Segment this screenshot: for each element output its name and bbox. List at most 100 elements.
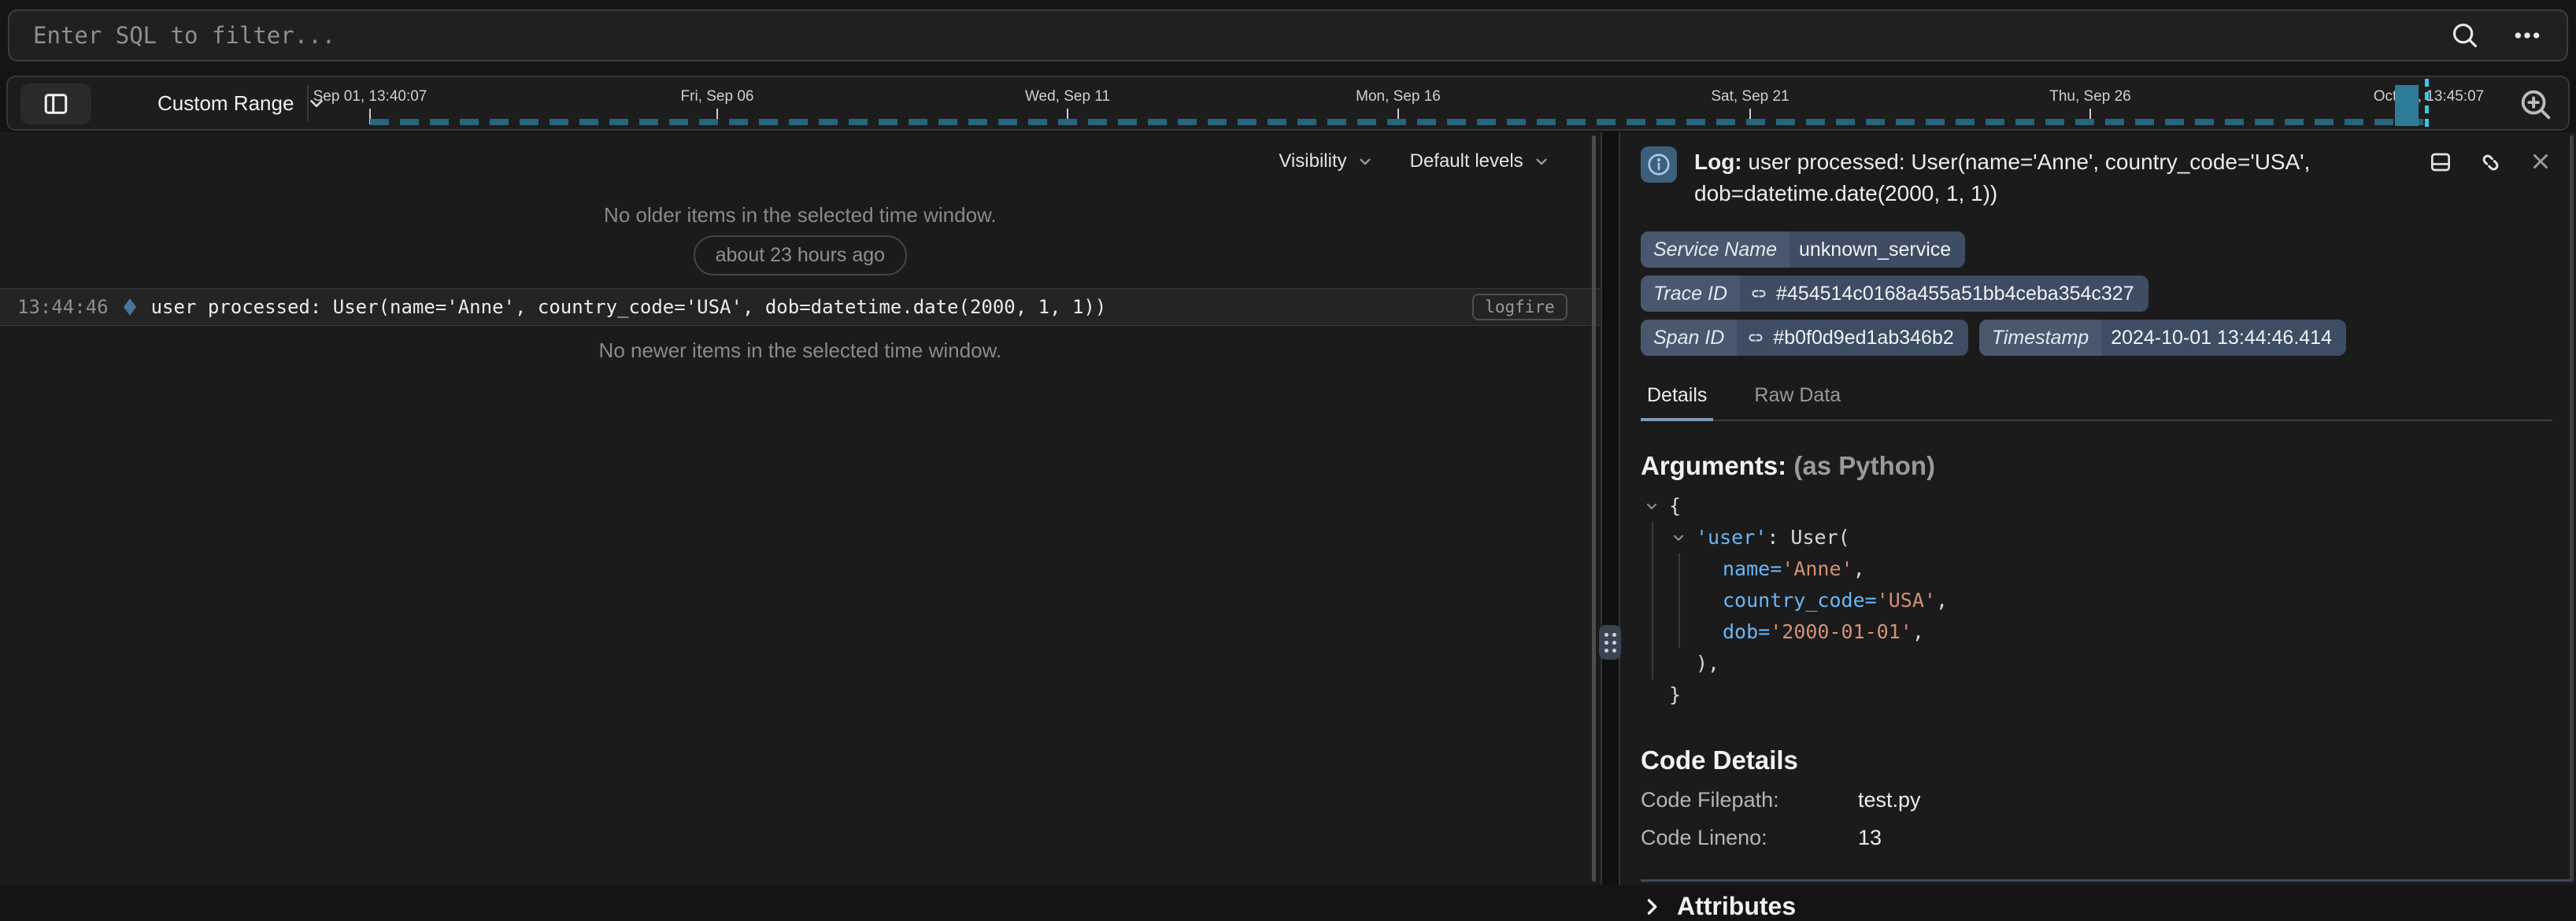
code-token: , (1912, 616, 1924, 648)
resize-grip-handle[interactable] (1599, 625, 1621, 660)
detail-panel-scrollbar[interactable] (2570, 135, 2574, 882)
panel-resize-divider[interactable] (1602, 132, 1619, 885)
timeline-dashed-baseline (370, 119, 2431, 125)
log-row-tag: logfire (1472, 294, 1567, 320)
zoom-in-icon (2518, 87, 2554, 123)
timeline-cursor-line (2425, 79, 2429, 129)
copy-link-icon[interactable] (2473, 144, 2508, 179)
logfire-app: { "colors": { "timeline_dash": "#27657c"… (0, 0, 2576, 885)
sql-filter-input[interactable] (33, 22, 2450, 49)
search-icon[interactable] (2450, 20, 2480, 50)
timeline-ticks[interactable]: Sep 01, 13:40:07Fri, Sep 06Wed, Sep 11Mo… (8, 77, 2568, 129)
code-line: ), (1644, 648, 2552, 679)
chevron-down-icon (1533, 153, 1550, 170)
log-list-panel: Visibility Default levels No older items… (0, 132, 1602, 885)
badge-span-id[interactable]: Span ID#b0f0d9ed1ab346b2 (1641, 320, 1968, 356)
main-area: Visibility Default levels No older items… (0, 132, 2576, 885)
code-token: 'Anne' (1782, 553, 1852, 585)
log-level-diamond-icon (123, 298, 137, 316)
code-line: 'user': User( (1644, 522, 2552, 553)
code-line: { (1644, 490, 2552, 522)
timeline-tick-label: Sat, Sep 21 (1711, 88, 1789, 105)
log-row-message: user processed: User(name='Anne', countr… (151, 296, 1459, 318)
code-token: country_code= (1723, 585, 1877, 616)
top-bar (0, 0, 2576, 72)
no-newer-items-note: No newer items in the selected time wind… (0, 338, 1601, 363)
close-icon[interactable] (2529, 150, 2552, 173)
timeline-tick-label: Oct 01, 13:45:07 (2374, 88, 2485, 105)
detail-title-kind: Log: (1694, 150, 1742, 174)
attributes-section-toggle[interactable]: Attributes (1641, 892, 2552, 921)
default-levels-dropdown[interactable]: Default levels (1410, 150, 1550, 172)
badge-value-text: unknown_service (1799, 239, 1951, 261)
badge-value: unknown_service (1790, 231, 1965, 268)
timeline-tick-label: Thu, Sep 26 (2049, 88, 2131, 105)
badge-service-name[interactable]: Service Name unknown_service (1641, 231, 1965, 268)
detail-title-text: user processed: User(name='Anne', countr… (1694, 150, 2310, 205)
code-details-value: 13 (1858, 826, 1882, 850)
code-caret-cell[interactable] (1671, 522, 1696, 553)
list-panel-scrollbar[interactable] (1592, 135, 1596, 882)
code-token: : User( (1767, 522, 1849, 553)
collapse-caret-icon[interactable] (1671, 530, 1686, 546)
time-ago-badge: about 23 hours ago (694, 235, 907, 276)
code-details-heading: Code Details (1641, 745, 2552, 775)
badge-timestamp[interactable]: Timestamp2024-10-01 13:44:46.414 (1979, 320, 2346, 356)
chevron-down-icon (1356, 153, 1374, 170)
code-token: , (1936, 585, 1948, 616)
attributes-divider (1641, 879, 2571, 882)
code-line: country_code='USA', (1644, 585, 2552, 616)
badge-trace-id[interactable]: Trace ID #454514c0168a455a51bb4ceba354c32… (1641, 276, 2149, 312)
detail-header-actions (2428, 146, 2552, 209)
link-icon (1749, 284, 1768, 303)
ellipsis-menu-icon[interactable] (2511, 20, 2543, 51)
code-details-rows: Code Filepath:test.py Code Lineno:13 (1641, 786, 2552, 851)
code-caret-spacer (1697, 553, 1723, 585)
code-caret-cell[interactable] (1644, 490, 1669, 522)
code-details-row: Code Lineno:13 (1641, 824, 2552, 851)
indent-guide (1671, 585, 1697, 616)
code-token: 'USA' (1877, 585, 1936, 616)
no-older-items-note: No older items in the selected time wind… (0, 203, 1601, 227)
code-caret-spacer (1697, 585, 1723, 616)
badge-value: #454514c0168a455a51bb4ceba354c327 (1740, 276, 2149, 312)
badge-label: Trace ID (1641, 276, 1740, 312)
arguments-heading-text: Arguments: (1641, 451, 1786, 480)
collapse-caret-icon[interactable] (1644, 498, 1660, 514)
default-levels-label: Default levels (1410, 150, 1523, 172)
link-icon (1746, 328, 1765, 347)
timeline-zoom-button[interactable] (2516, 85, 2556, 124)
detail-tabs: Details Raw Data (1641, 375, 2552, 421)
timeline-tick-label: Wed, Sep 11 (1025, 88, 1110, 105)
visibility-label: Visibility (1279, 150, 1346, 172)
code-details-label: Code Filepath: (1641, 788, 1858, 812)
dock-panel-icon[interactable] (2428, 150, 2453, 175)
code-token: } (1669, 679, 1681, 711)
timeline-tick-label: Fri, Sep 06 (681, 88, 754, 105)
indent-guide (1644, 585, 1671, 616)
visibility-dropdown[interactable]: Visibility (1279, 150, 1373, 172)
arguments-subheading: (as Python) (1786, 451, 1935, 480)
indent-guide (1644, 616, 1671, 648)
timeline-tick-label: Mon, Sep 16 (1356, 88, 1441, 105)
code-line: name='Anne', (1644, 553, 2552, 585)
code-caret-spacer (1671, 648, 1696, 679)
code-line: } (1644, 679, 2552, 711)
detail-title: Log: user processed: User(name='Anne', c… (1694, 146, 2411, 209)
indent-guide (1644, 522, 1671, 553)
log-detail-panel: Log: user processed: User(name='Anne', c… (1619, 132, 2576, 885)
sql-filter-box[interactable] (8, 9, 2568, 61)
time-ago-wrap: about 23 hours ago (0, 235, 1601, 276)
badge-value-text: #454514c0168a455a51bb4ceba354c327 (1776, 283, 2134, 305)
attributes-heading: Attributes (1677, 892, 1796, 921)
indent-guide (1671, 553, 1697, 585)
code-details-row: Code Filepath:test.py (1641, 786, 2552, 813)
badge-label: Service Name (1641, 231, 1790, 268)
code-token: , (1853, 553, 1865, 585)
indent-guide (1644, 648, 1671, 679)
timeline-histogram-bar (2395, 85, 2419, 126)
tab-details[interactable]: Details (1641, 375, 1713, 421)
code-token: dob= (1723, 616, 1770, 648)
log-list-row[interactable]: 13:44:46 user processed: User(name='Anne… (0, 288, 1601, 326)
tab-raw-data[interactable]: Raw Data (1748, 375, 1847, 420)
